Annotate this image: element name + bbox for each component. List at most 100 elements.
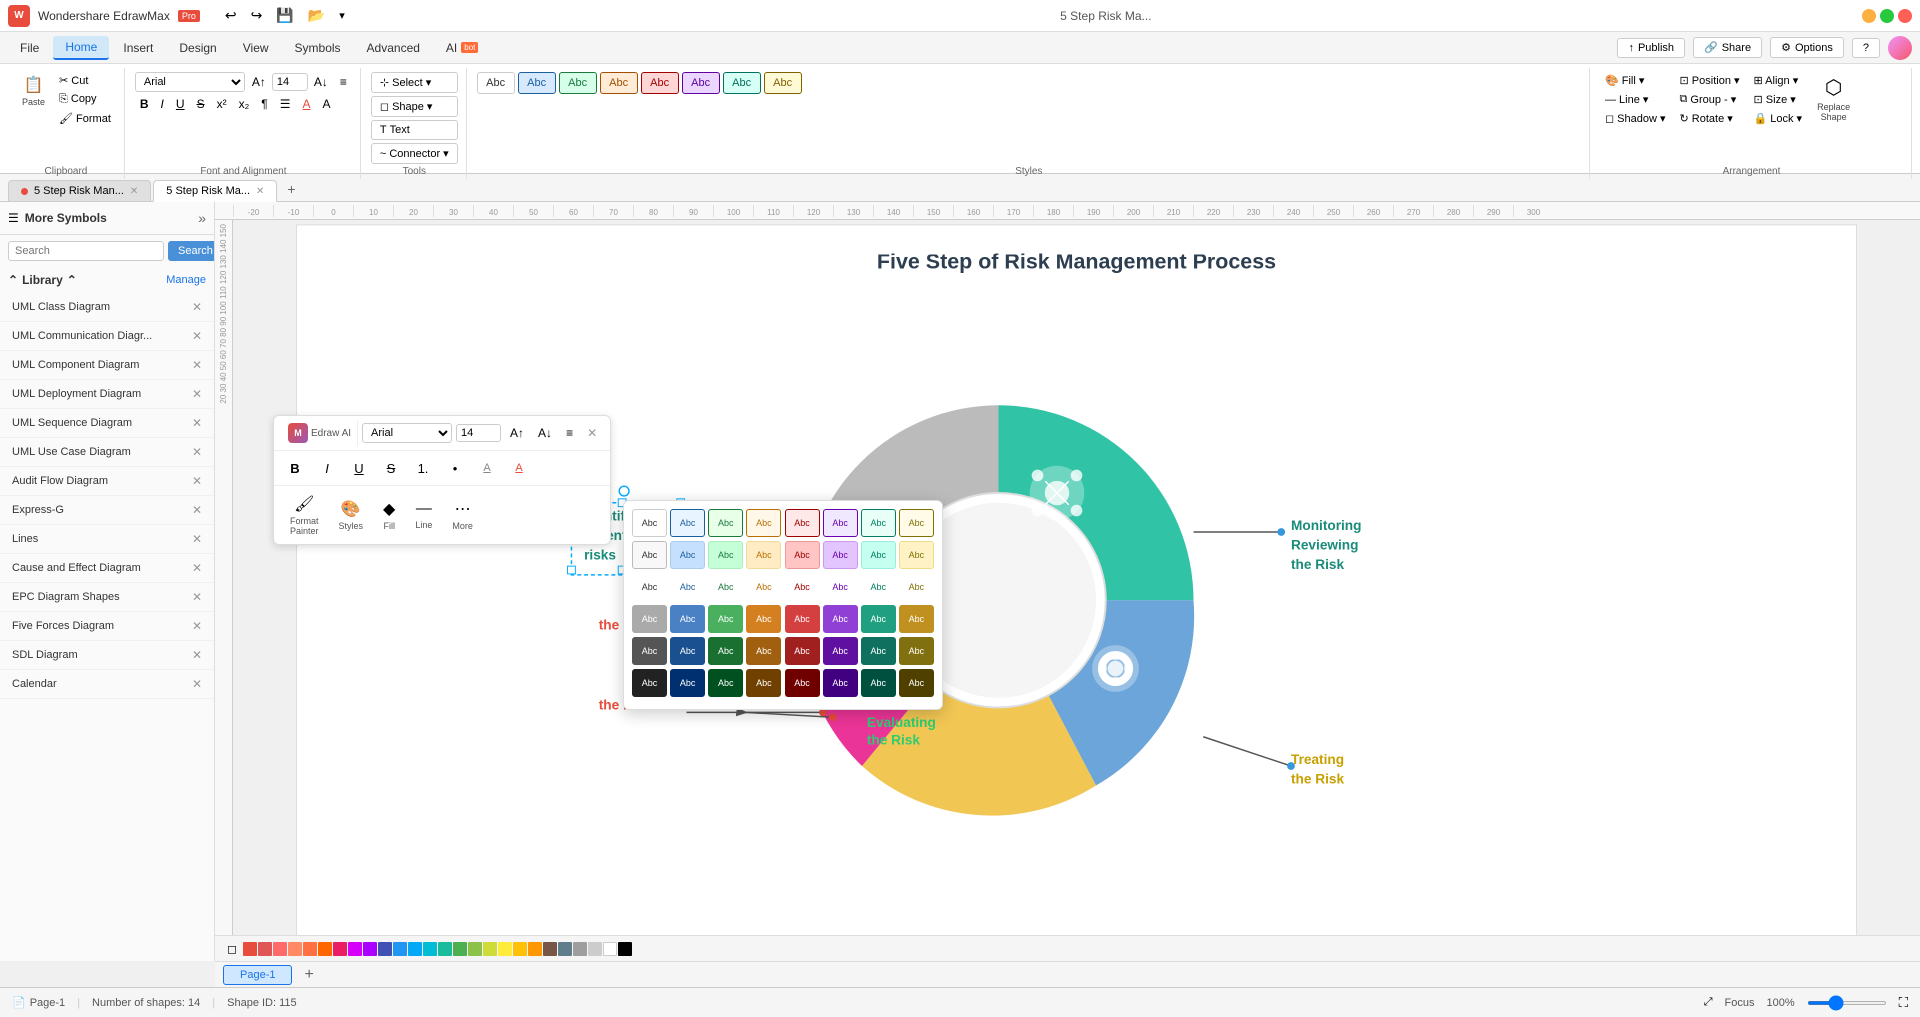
list-item-sdl[interactable]: SDL Diagram ✕ [0,641,214,670]
minimize-button[interactable] [1862,9,1876,23]
font-size-input[interactable] [272,73,308,91]
list-item-uml-class[interactable]: UML Class Diagram ✕ [0,293,214,322]
color-swatch-2[interactable] [258,942,272,956]
help-button[interactable]: ? [1852,38,1880,58]
copy-button[interactable]: ⎘ Copy [54,91,116,108]
style-swatch-2[interactable]: Abc [518,72,556,94]
list-button[interactable]: ☰ [275,95,296,113]
tab-2[interactable]: 5 Step Risk Ma... ✕ [153,180,277,202]
style-opt-5-8[interactable]: Abc [899,637,934,665]
collapse-panel-button[interactable]: » [198,210,206,226]
style-opt-4-3[interactable]: Abc [708,605,743,633]
color-swatch-3[interactable] [273,942,287,956]
fit-page-button[interactable]: ⤢ [1704,996,1713,1009]
zoom-slider[interactable] [1807,1001,1887,1005]
lock-button[interactable]: 🔒 Lock ▾ [1749,110,1808,127]
color-swatch-15[interactable] [468,942,482,956]
remove-express-g[interactable]: ✕ [192,503,202,517]
redo-button[interactable]: ↪ [246,5,268,26]
ft-font-shrink[interactable]: A↓ [533,424,557,442]
style-opt-3-3[interactable]: Abc [708,573,743,601]
style-opt-3-1[interactable]: Abc [632,573,667,601]
style-opt-1-1[interactable]: Abc [632,509,667,537]
ft-fill-tool[interactable]: ◆ Fill [375,495,403,535]
color-swatch-5[interactable] [303,942,317,956]
style-opt-6-1[interactable]: Abc [632,669,667,697]
strikethrough-button[interactable]: S [192,95,210,113]
style-opt-5-1[interactable]: Abc [632,637,667,665]
menu-home[interactable]: Home [53,36,109,60]
fill-toggle[interactable]: ◻ [223,940,241,958]
remove-uml-sequence[interactable]: ✕ [192,416,202,430]
remove-five-forces[interactable]: ✕ [192,619,202,633]
style-opt-2-5[interactable]: Abc [785,541,820,569]
style-opt-2-6[interactable]: Abc [823,541,858,569]
paragraph-button[interactable]: ¶ [256,95,272,113]
remove-uml-component[interactable]: ✕ [192,358,202,372]
fill-button[interactable]: 🎨 Fill ▾ [1600,72,1671,89]
style-opt-1-2[interactable]: Abc [670,509,705,537]
line-button[interactable]: ― Line ▾ [1600,91,1671,108]
ft-font-size[interactable] [456,424,501,442]
italic-button[interactable]: I [156,95,169,113]
list-item-audit-flow[interactable]: Audit Flow Diagram ✕ [0,467,214,496]
ft-underline[interactable]: U [346,455,372,481]
maximize-button[interactable] [1880,9,1894,23]
style-opt-2-7[interactable]: Abc [861,541,896,569]
list-item-epc[interactable]: EPC Diagram Shapes ✕ [0,583,214,612]
style-opt-6-3[interactable]: Abc [708,669,743,697]
color-swatch-brown[interactable] [543,942,557,956]
font-color-button[interactable]: A [297,95,315,113]
ft-font-grow[interactable]: A↑ [505,424,529,442]
ft-styles-tool[interactable]: 🎨 Styles [331,495,372,535]
highlight-button[interactable]: A [317,95,335,113]
color-swatch-18[interactable] [513,942,527,956]
font-size-increase[interactable]: A↑ [247,73,271,91]
list-item-five-forces[interactable]: Five Forces Diagram ✕ [0,612,214,641]
style-opt-3-4[interactable]: Abc [746,573,781,601]
color-swatch-gray[interactable] [573,942,587,956]
user-avatar[interactable] [1888,36,1912,60]
style-opt-5-7[interactable]: Abc [861,637,896,665]
font-size-decrease[interactable]: A↓ [309,73,333,91]
style-opt-4-2[interactable]: Abc [670,605,705,633]
style-opt-1-7[interactable]: Abc [861,509,896,537]
color-swatch-11[interactable] [393,942,407,956]
color-swatch-light-gray[interactable] [588,942,602,956]
canvas-background[interactable]: Five Step of Risk Management Process [233,220,1920,961]
list-item-cause-effect[interactable]: Cause and Effect Diagram ✕ [0,554,214,583]
style-opt-2-2[interactable]: Abc [670,541,705,569]
options-button[interactable]: ⚙ Options [1770,37,1844,58]
list-item-uml-deployment[interactable]: UML Deployment Diagram ✕ [0,380,214,409]
style-opt-5-4[interactable]: Abc [746,637,781,665]
style-swatch-3[interactable]: Abc [559,72,597,94]
rotate-button[interactable]: ↻ Rotate ▾ [1675,110,1745,127]
style-opt-2-8[interactable]: Abc [899,541,934,569]
font-family-select[interactable]: Arial [135,72,245,92]
style-swatch-5[interactable]: Abc [641,72,679,94]
list-item-uml-comm[interactable]: UML Communication Diagr... ✕ [0,322,214,351]
list-item-lines[interactable]: Lines ✕ [0,525,214,554]
color-swatch-black[interactable] [618,942,632,956]
ft-strikethrough[interactable]: S [378,455,404,481]
color-swatch-yellow[interactable] [498,942,512,956]
ft-more-tool[interactable]: ⋯ More [444,495,481,535]
style-swatch-7[interactable]: Abc [723,72,761,94]
more-title-options[interactable]: ▾ [334,5,350,26]
menu-file[interactable]: File [8,37,51,59]
undo-button[interactable]: ↩ [220,5,242,26]
remove-uml-comm[interactable]: ✕ [192,329,202,343]
menu-insert[interactable]: Insert [111,37,165,59]
color-swatch-12[interactable] [408,942,422,956]
style-opt-4-7[interactable]: Abc [861,605,896,633]
menu-ai[interactable]: AI bot [434,37,490,59]
replace-shape-button[interactable]: ⬡ ReplaceShape [1811,72,1856,124]
style-opt-4-4[interactable]: Abc [746,605,781,633]
color-swatch-blue-gray[interactable] [558,942,572,956]
color-swatch-4[interactable] [288,942,302,956]
position-button[interactable]: ⊡ Position ▾ [1675,72,1745,89]
style-opt-1-6[interactable]: Abc [823,509,858,537]
remove-audit-flow[interactable]: ✕ [192,474,202,488]
color-swatch-white[interactable] [603,942,617,956]
ft-list-ul[interactable]: • [442,455,468,481]
